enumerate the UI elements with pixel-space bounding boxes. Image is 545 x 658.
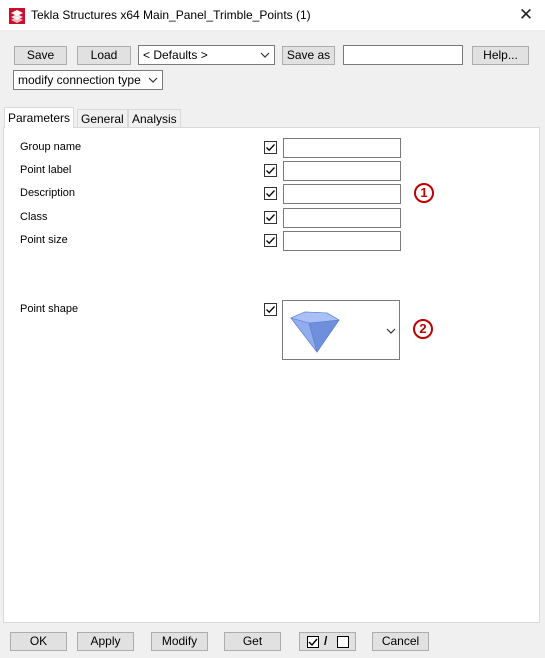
- checkmark-icon: [266, 190, 275, 198]
- description-checkbox[interactable]: [264, 187, 277, 200]
- description-input[interactable]: [283, 184, 401, 204]
- title-bar: Tekla Structures x64 Main_Panel_Trimble_…: [0, 0, 545, 30]
- description-label: Description: [20, 187, 76, 199]
- point-size-label: Point size: [20, 234, 68, 246]
- callout-marker-1: 1: [414, 183, 434, 203]
- apply-button[interactable]: Apply: [77, 632, 134, 651]
- chevron-down-icon: [148, 77, 158, 83]
- class-label: Class: [20, 211, 48, 223]
- chevron-down-icon: [260, 52, 270, 58]
- defaults-dropdown[interactable]: < Defaults >: [138, 45, 275, 65]
- window-title: Tekla Structures x64 Main_Panel_Trimble_…: [31, 8, 311, 22]
- close-button[interactable]: ✕: [515, 4, 537, 26]
- load-button[interactable]: Load: [77, 46, 131, 65]
- callout-marker-2: 2: [413, 319, 433, 339]
- chevron-down-icon: [386, 328, 396, 334]
- point-shape-checkbox[interactable]: [264, 303, 277, 316]
- save-as-button[interactable]: Save as: [282, 46, 335, 65]
- point-label-label: Point label: [20, 164, 72, 176]
- checked-box-icon: [307, 636, 319, 648]
- group-name-label: Group name: [20, 141, 82, 153]
- ok-button[interactable]: OK: [10, 632, 67, 651]
- save-button[interactable]: Save: [14, 46, 67, 65]
- mode-dropdown-value: modify connection type: [18, 73, 141, 87]
- tab-analysis[interactable]: Analysis: [128, 109, 181, 128]
- point-shape-dropdown[interactable]: [282, 300, 400, 360]
- checkmark-icon: [266, 306, 275, 314]
- toggle-separator: /: [324, 634, 328, 648]
- save-as-name-input[interactable]: [343, 45, 463, 65]
- point-size-input[interactable]: [283, 231, 401, 251]
- checkmark-icon: [266, 167, 275, 175]
- pyramid-shape-icon: [290, 311, 340, 353]
- parameters-panel: [3, 127, 540, 623]
- tekla-app-icon: [9, 8, 25, 24]
- get-button[interactable]: Get: [224, 632, 281, 651]
- checkmark-icon: [266, 237, 275, 245]
- help-button[interactable]: Help...: [472, 46, 529, 65]
- unchecked-box-icon: [337, 636, 349, 648]
- mode-dropdown[interactable]: modify connection type: [13, 70, 163, 90]
- point-label-checkbox[interactable]: [264, 164, 277, 177]
- class-input[interactable]: [283, 208, 401, 228]
- group-name-input[interactable]: [283, 138, 401, 158]
- point-size-checkbox[interactable]: [264, 234, 277, 247]
- point-label-input[interactable]: [283, 161, 401, 181]
- point-shape-label: Point shape: [20, 303, 79, 315]
- checkmark-icon: [266, 144, 275, 152]
- modify-button[interactable]: Modify: [151, 632, 208, 651]
- cancel-button[interactable]: Cancel: [372, 632, 429, 651]
- checkmark-icon: [266, 214, 275, 222]
- toggle-all-checkboxes-button[interactable]: /: [299, 632, 356, 651]
- tab-general[interactable]: General: [77, 109, 128, 128]
- tab-parameters[interactable]: Parameters: [4, 107, 75, 128]
- group-name-checkbox[interactable]: [264, 141, 277, 154]
- defaults-dropdown-value: < Defaults >: [143, 48, 208, 62]
- class-checkbox[interactable]: [264, 211, 277, 224]
